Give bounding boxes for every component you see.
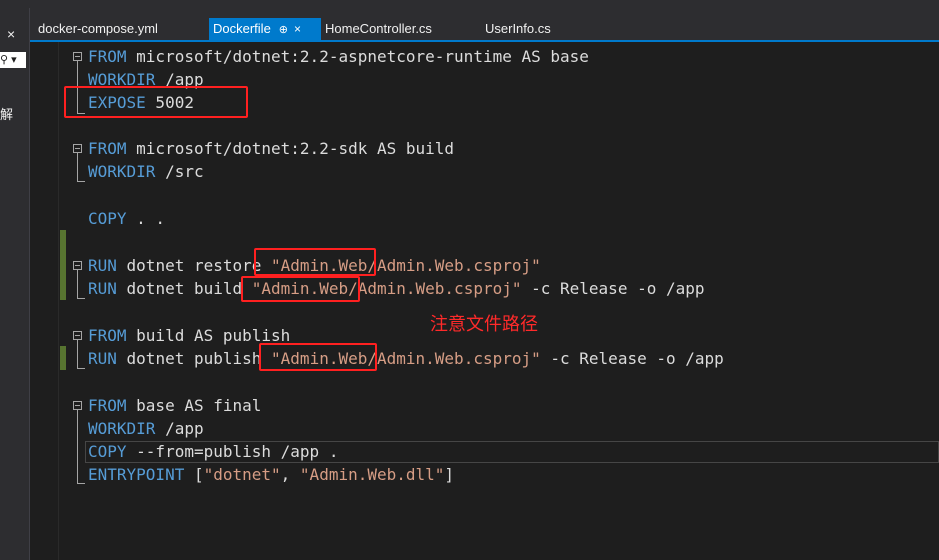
fold-guide <box>77 270 78 298</box>
fold-guide <box>77 410 78 483</box>
fold-guide-end <box>77 368 85 369</box>
code-text: base AS final <box>126 396 262 415</box>
fold-guide-end <box>77 298 85 299</box>
keyword: ENTRYPOINT <box>88 465 185 484</box>
tab-dockerfile[interactable]: Dockerfile ⊕ × <box>209 18 321 40</box>
keyword: FROM <box>88 326 127 345</box>
code-text: dotnet restore <box>116 256 272 275</box>
keyword: RUN <box>88 256 117 275</box>
collapse-icon[interactable] <box>73 401 82 410</box>
code-text: dotnet publish <box>116 349 272 368</box>
keyword: WORKDIR <box>88 419 156 438</box>
indicator-margin <box>31 42 59 560</box>
code-line[interactable]: WORKDIR /app <box>88 417 204 440</box>
code-line[interactable]: ENTRYPOINT ["dotnet", "Admin.Web.dll"] <box>88 463 454 486</box>
keyword: FROM <box>88 139 127 158</box>
keyword: FROM <box>88 47 127 66</box>
annotation-box-publish-path <box>259 343 377 371</box>
keyword: RUN <box>88 349 117 368</box>
keyword: FROM <box>88 396 127 415</box>
collapse-icon[interactable] <box>73 331 82 340</box>
code-text: /app <box>155 419 204 438</box>
tab-label: docker-compose.yml <box>38 21 158 36</box>
keyword: WORKDIR <box>88 162 156 181</box>
code-text: -c Release -o /app <box>521 279 705 298</box>
tab-docker-compose[interactable]: docker-compose.yml <box>38 18 158 40</box>
tab-label: Dockerfile <box>213 21 271 36</box>
tab-homecontroller[interactable]: HomeController.cs <box>325 18 432 40</box>
code-line[interactable]: FROM microsoft/dotnet:2.2-sdk AS build <box>88 137 454 160</box>
code-line[interactable]: WORKDIR /src <box>88 160 204 183</box>
collapse-icon[interactable] <box>73 261 82 270</box>
code-text: microsoft/dotnet:2.2-sdk AS build <box>126 139 455 158</box>
fold-guide-end <box>77 181 85 182</box>
title-strip <box>0 0 939 8</box>
fold-guide <box>77 153 78 181</box>
solution-explorer-panel: × ⚲ ▾ 解 <box>0 8 30 560</box>
fold-guide-end <box>77 483 85 484</box>
collapse-icon[interactable] <box>73 52 82 61</box>
keyword: RUN <box>88 279 117 298</box>
code-text: dotnet build <box>116 279 252 298</box>
tab-label: HomeController.cs <box>325 21 432 36</box>
tab-label: UserInfo.cs <box>485 21 551 36</box>
code-line[interactable]: RUN dotnet publish "Admin.Web/Admin.Web.… <box>88 347 724 370</box>
code-line[interactable]: RUN dotnet build "Admin.Web/Admin.Web.cs… <box>88 277 705 300</box>
code-line[interactable]: FROM microsoft/dotnet:2.2-aspnetcore-run… <box>88 45 589 68</box>
pin-icon[interactable]: ⊕ <box>279 19 288 41</box>
change-bar <box>60 230 66 300</box>
code-text: , <box>280 465 300 484</box>
close-tab-icon[interactable]: × <box>294 18 301 40</box>
code-editor[interactable]: FROM microsoft/dotnet:2.2-aspnetcore-run… <box>58 42 939 560</box>
code-text: --from=publish /app . <box>126 442 339 461</box>
fold-guide <box>77 340 78 368</box>
keyword: COPY <box>88 442 127 461</box>
code-text: /src <box>155 162 204 181</box>
code-text: microsoft/dotnet:2.2-aspnetcore-runtime … <box>126 47 589 66</box>
string-literal: "dotnet" <box>203 465 281 484</box>
collapse-icon[interactable] <box>73 144 82 153</box>
annotation-box-expose <box>64 86 248 118</box>
keyword: COPY <box>88 209 127 228</box>
code-text: -c Release -o /app <box>540 349 724 368</box>
annotation-box-build-path <box>241 276 360 302</box>
string-literal: "Admin.Web.dll" <box>299 465 445 484</box>
code-text: . . <box>126 209 166 228</box>
code-line[interactable]: COPY --from=publish /app . <box>88 440 338 463</box>
change-bar <box>60 346 66 370</box>
panel-close-icon[interactable]: × <box>7 26 15 42</box>
annotation-note: 注意文件路径 <box>430 314 538 335</box>
panel-search-icon[interactable]: ⚲ ▾ <box>0 52 26 68</box>
code-text: [ <box>184 465 204 484</box>
code-line[interactable]: FROM base AS final <box>88 394 261 417</box>
code-text: ] <box>444 465 455 484</box>
annotation-box-restore-path <box>254 248 376 276</box>
tab-userinfo[interactable]: UserInfo.cs <box>485 18 551 40</box>
code-line[interactable]: COPY . . <box>88 207 165 230</box>
panel-truncated-label: 解 <box>0 107 14 122</box>
